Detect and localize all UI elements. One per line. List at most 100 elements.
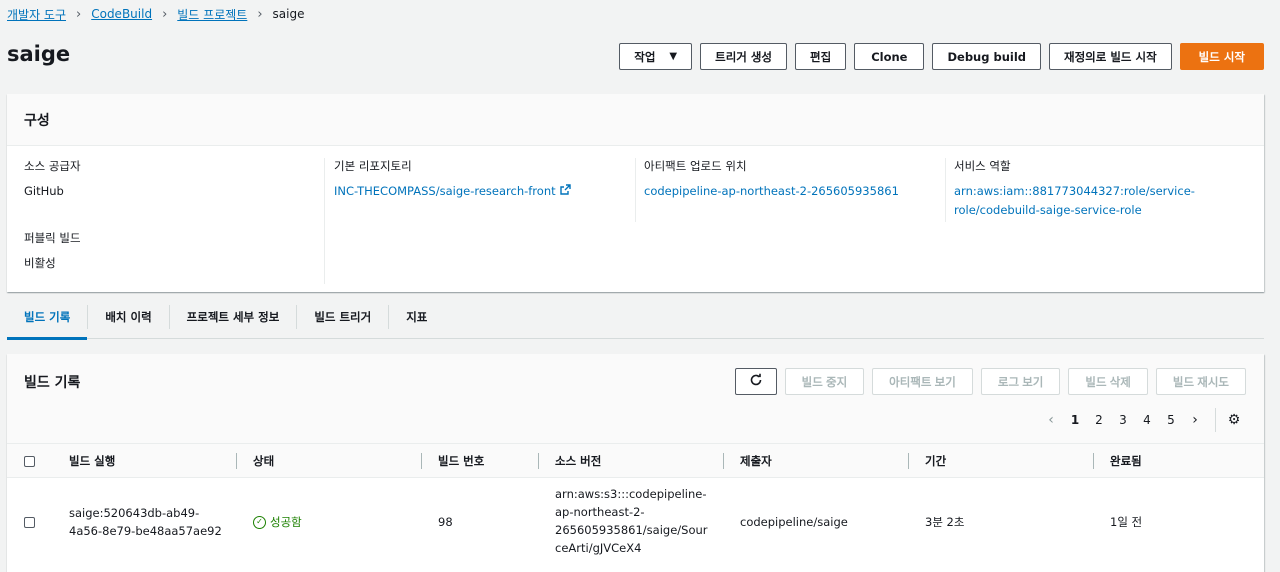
tab-build-triggers[interactable]: 빌드 트리거 bbox=[297, 295, 388, 339]
column-divider bbox=[635, 158, 636, 222]
pager-divider bbox=[1215, 408, 1216, 432]
chevron-right-icon: › bbox=[76, 6, 82, 22]
source-provider-field: 소스 공급자 GitHub bbox=[24, 158, 81, 201]
build-history-title: 빌드 기록 bbox=[24, 375, 81, 391]
success-check-icon: ✓ bbox=[253, 515, 266, 529]
column-divider bbox=[1093, 453, 1094, 469]
debug-build-button[interactable]: Debug build bbox=[932, 43, 1042, 70]
start-build-with-overrides-button[interactable]: 재정의로 빌드 시작 bbox=[1049, 43, 1172, 70]
configuration-panel: 구성 소스 공급자 GitHub 퍼블릭 빌드 비활성 기본 리포지토리 INC… bbox=[7, 94, 1264, 292]
source-version-line-3: 265605935861/saige/Sour bbox=[555, 523, 708, 537]
chevron-left-icon[interactable]: ‹ bbox=[1039, 412, 1063, 428]
edit-button[interactable]: 편집 bbox=[795, 43, 847, 70]
select-all-cell bbox=[24, 444, 35, 478]
page-1[interactable]: 1 bbox=[1063, 413, 1087, 427]
configuration-title: 구성 bbox=[7, 94, 1264, 146]
column-source-version[interactable]: 소스 버전 bbox=[555, 444, 601, 478]
page-5[interactable]: 5 bbox=[1159, 413, 1183, 427]
column-divider bbox=[236, 453, 237, 469]
build-history-header: 빌드 기록 빌드 중지 아티팩트 보기 로그 보기 빌드 삭제 빌드 재시도 ‹… bbox=[7, 354, 1264, 444]
column-divider bbox=[324, 158, 325, 284]
column-status[interactable]: 상태 bbox=[253, 444, 274, 478]
repository-field: 기본 리포지토리 INC-THECOMPASS/saige-research-f… bbox=[334, 158, 571, 201]
row-checkbox[interactable] bbox=[24, 517, 35, 528]
repository-label: 기본 리포지토리 bbox=[334, 159, 412, 173]
column-build-run[interactable]: 빌드 실행 bbox=[69, 444, 115, 478]
view-artifacts-button[interactable]: 아티팩트 보기 bbox=[872, 368, 973, 395]
view-logs-button[interactable]: 로그 보기 bbox=[980, 368, 1061, 395]
column-divider bbox=[421, 453, 422, 469]
submitter: codepipeline/saige bbox=[740, 515, 848, 529]
table-row: saige:520643db-ab49- 4a56-8e79-be48aa57a… bbox=[7, 479, 1264, 569]
header-actions: 작업 ▼ 트리거 생성 편집 Clone Debug build 재정의로 빌드… bbox=[619, 43, 1264, 70]
chevron-right-icon: › bbox=[162, 6, 168, 22]
page-4[interactable]: 4 bbox=[1135, 413, 1159, 427]
artifact-location-field: 아티팩트 업로드 위치 codepipeline-ap-northeast-2-… bbox=[644, 158, 899, 201]
pagination: ‹ 1 2 3 4 5 › ⚙ bbox=[1039, 408, 1244, 432]
delete-build-button[interactable]: 빌드 삭제 bbox=[1068, 368, 1148, 395]
page-title: saige bbox=[7, 42, 71, 66]
source-version-line-2: ap-northeast-2- bbox=[555, 505, 645, 519]
column-divider bbox=[945, 158, 946, 222]
chevron-right-icon: › bbox=[257, 6, 263, 22]
chevron-right-icon[interactable]: › bbox=[1183, 412, 1207, 428]
tab-project-details[interactable]: 프로젝트 세부 정보 bbox=[170, 295, 297, 339]
start-build-button[interactable]: 빌드 시작 bbox=[1179, 43, 1264, 70]
build-run-link[interactable]: saige:520643db-ab49- 4a56-8e79-be48aa57a… bbox=[69, 504, 222, 540]
source-version-line-1: arn:aws:s3:::codepipeline- bbox=[555, 487, 707, 501]
page-3[interactable]: 3 bbox=[1111, 413, 1135, 427]
column-divider bbox=[723, 453, 724, 469]
artifact-location-link[interactable]: codepipeline-ap-northeast-2-265605935861 bbox=[644, 184, 899, 198]
duration: 3분 2초 bbox=[925, 515, 965, 529]
breadcrumb-codebuild[interactable]: CodeBuild bbox=[91, 7, 152, 21]
status-badge: ✓ 성공함 bbox=[253, 513, 302, 531]
repository-link[interactable]: INC-THECOMPASS/saige-research-front bbox=[334, 182, 571, 201]
service-role-field: 서비스 역할 arn:aws:iam::881773044327:role/se… bbox=[954, 158, 1195, 220]
artifact-location-label: 아티팩트 업로드 위치 bbox=[644, 159, 747, 173]
tab-batch-history[interactable]: 배치 이력 bbox=[88, 295, 168, 339]
public-build-label: 퍼블릭 빌드 bbox=[24, 231, 81, 245]
status-text: 성공함 bbox=[270, 515, 302, 529]
service-role-label: 서비스 역할 bbox=[954, 159, 1011, 173]
column-duration[interactable]: 기간 bbox=[925, 444, 946, 478]
column-completed[interactable]: 완료됨 bbox=[1110, 444, 1142, 478]
tab-metrics[interactable]: 지표 bbox=[389, 295, 444, 339]
column-build-number[interactable]: 빌드 번호 bbox=[438, 444, 484, 478]
select-all-checkbox[interactable] bbox=[24, 455, 35, 467]
row-select-cell bbox=[24, 517, 35, 528]
refresh-icon bbox=[749, 373, 763, 390]
create-trigger-button[interactable]: 트리거 생성 bbox=[700, 43, 788, 70]
gear-icon[interactable]: ⚙ bbox=[1224, 412, 1244, 428]
breadcrumb: 개발자 도구 › CodeBuild › 빌드 프로젝트 › saige bbox=[7, 6, 304, 22]
build-history-actions: 빌드 중지 아티팩트 보기 로그 보기 빌드 삭제 빌드 재시도 bbox=[734, 368, 1246, 395]
source-provider-value: GitHub bbox=[24, 184, 64, 198]
clone-button[interactable]: Clone bbox=[854, 43, 925, 70]
retry-build-button[interactable]: 빌드 재시도 bbox=[1155, 368, 1246, 395]
build-run-line-1: saige:520643db-ab49- bbox=[69, 506, 200, 520]
configuration-grid: 소스 공급자 GitHub 퍼블릭 빌드 비활성 기본 리포지토리 INC-TH… bbox=[7, 146, 1264, 292]
source-provider-label: 소스 공급자 bbox=[24, 159, 81, 173]
actions-menu-label: 작업 bbox=[634, 49, 656, 64]
refresh-button[interactable] bbox=[734, 368, 777, 395]
column-divider bbox=[538, 453, 539, 469]
external-link-icon bbox=[559, 182, 571, 201]
service-role-line-1: arn:aws:iam::881773044327:role/service- bbox=[954, 184, 1195, 198]
build-number: 98 bbox=[438, 515, 453, 529]
stop-build-button[interactable]: 빌드 중지 bbox=[784, 368, 865, 395]
tab-build-history[interactable]: 빌드 기록 bbox=[7, 295, 88, 340]
build-history-panel: 빌드 기록 빌드 중지 아티팩트 보기 로그 보기 빌드 삭제 빌드 재시도 ‹… bbox=[7, 354, 1264, 572]
source-version-line-4: ceArti/gJVCeX4 bbox=[555, 541, 642, 555]
page-2[interactable]: 2 bbox=[1087, 413, 1111, 427]
service-role-link[interactable]: arn:aws:iam::881773044327:role/service- … bbox=[954, 182, 1195, 220]
breadcrumb-developer-tools[interactable]: 개발자 도구 bbox=[7, 6, 66, 23]
project-tabs: 빌드 기록 배치 이력 프로젝트 세부 정보 빌드 트리거 지표 bbox=[7, 295, 1264, 340]
actions-menu-button[interactable]: 작업 ▼ bbox=[619, 43, 693, 70]
public-build-value: 비활성 bbox=[24, 256, 56, 270]
source-version-link[interactable]: arn:aws:s3:::codepipeline- ap-northeast-… bbox=[555, 485, 708, 557]
column-divider bbox=[908, 453, 909, 469]
breadcrumb-current: saige bbox=[272, 7, 305, 21]
column-submitter[interactable]: 제출자 bbox=[740, 444, 772, 478]
breadcrumb-build-projects[interactable]: 빌드 프로젝트 bbox=[177, 6, 247, 23]
table-header: 빌드 실행 상태 빌드 번호 소스 버전 제출자 기간 완료됨 bbox=[7, 444, 1264, 478]
caret-down-icon: ▼ bbox=[669, 51, 678, 62]
